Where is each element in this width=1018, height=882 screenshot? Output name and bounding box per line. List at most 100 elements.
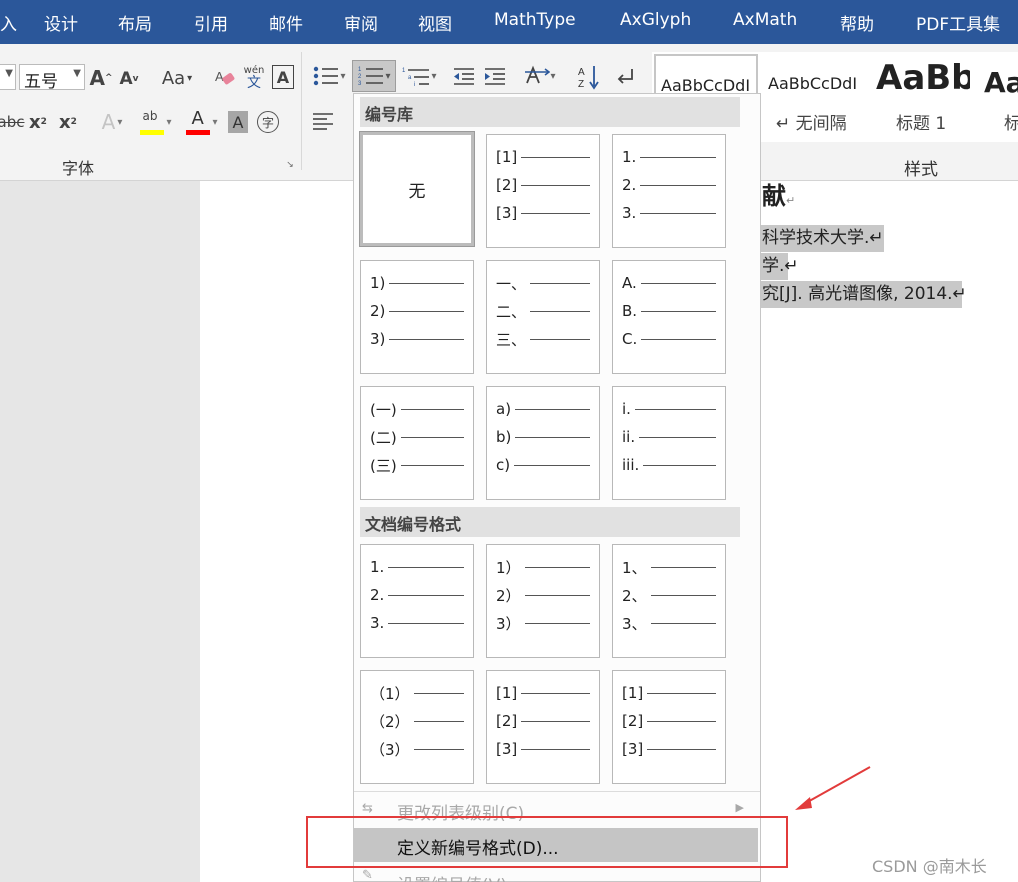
dialog-launcher-icon[interactable]: ↘ [285,160,295,170]
svg-text:1: 1 [358,67,362,73]
paragraph-mark: ↵ [786,194,796,207]
increase-indent-icon[interactable] [482,64,508,90]
change-case-icon[interactable]: Aa ▾ [156,64,198,92]
numbering-format-tile[interactable]: a) b) c) [486,386,600,500]
document-format-tile[interactable]: 1. 2. 3. [360,544,474,658]
char-border-icon[interactable]: A [272,65,294,89]
multilevel-list-icon[interactable]: 1 a i ▾ [398,62,440,90]
char-shading-icon[interactable]: A [228,111,248,133]
numbering-library-header: 编号库 [360,97,740,127]
numbering-format-tile[interactable]: [1] [2] [3] [486,134,600,248]
tile-number: （3） [370,740,410,759]
set-numbering-value-item[interactable]: ✎ 设置编号值(V)... [354,866,760,882]
tile-number: [1] [622,684,644,702]
tile-number: [2] [496,712,518,730]
style-no-spacing[interactable]: AaBbCcDdI ↵ 无间隔 [762,54,866,140]
subscript-icon[interactable]: x2 [26,108,50,136]
chevron-down-icon: ▼ [73,68,81,79]
numbering-format-tile[interactable]: (一) (二) (三) [360,386,474,500]
superscript-icon[interactable]: x2 [56,108,80,136]
tab-axglyph[interactable]: AxGlyph [620,10,691,30]
style-heading-1[interactable]: AaBb 标题 1 [870,54,970,140]
numbering-format-tile[interactable]: 1) 2) 3) [360,260,474,374]
tile-number: (一) [370,400,397,419]
tab-mailings[interactable]: 邮件 [269,10,303,35]
shrink-font-glyph: A [119,69,133,89]
text-effects-icon[interactable]: A ▾ [94,108,130,136]
tab-view[interactable]: 视图 [418,10,452,35]
svg-text:a: a [408,75,412,81]
document-format-tile[interactable]: 1） 2） 3） [486,544,600,658]
tile-number: 3. [622,204,637,222]
enclose-char-icon[interactable]: 字 [257,111,279,133]
numbering-library-menu: 编号库 无 [1] [2] [3] 1. 2. 3. 1) 2) 3) 一、 二… [353,93,761,882]
tile-number: C. [622,330,638,348]
reference-line: 学.↵ [760,253,799,280]
numbering-none-tile[interactable]: 无 [359,131,475,247]
tab-layout[interactable]: 布局 [118,10,152,35]
tab-insert-partial[interactable]: 入 [0,10,17,35]
numbering-format-tile[interactable]: A. B. C. [612,260,726,374]
tile-number: [3] [496,740,518,758]
tile-number: iii. [622,456,640,474]
font-name-dropdown-edge[interactable]: ▼ [0,64,16,90]
tab-mathtype[interactable]: MathType [494,10,576,30]
subscript-glyph: x [29,111,41,133]
numbering-format-tile[interactable]: 1. 2. 3. [612,134,726,248]
strikethrough-icon[interactable]: abc [0,108,24,136]
superscript-glyph: x [59,111,71,133]
numbering-value-icon: ✎ [362,868,373,882]
tile-number: 一、 [496,274,527,293]
tile-number: 1、 [622,558,647,577]
document-formats-header: 文档编号格式 [360,507,740,537]
tab-pdf-tools[interactable]: PDF工具集 [916,10,1000,35]
svg-text:A: A [578,67,585,78]
tab-axmath[interactable]: AxMath [733,10,797,30]
style-preview: AaBb [876,58,970,98]
style-preview: AaBbCcDdI [768,74,858,93]
tile-number: 2） [496,586,521,605]
align-left-icon[interactable] [310,108,336,136]
document-format-tile[interactable]: [1] [2] [3] [612,670,726,784]
tile-number: 2) [370,302,386,320]
font-color-icon[interactable]: A ▾ [182,108,222,136]
group-label-styles: 样式 [904,160,938,180]
tile-number: 2. [622,176,637,194]
tile-number: [3] [622,740,644,758]
tile-number: （2） [370,712,410,731]
chinese-layout-icon[interactable]: ▾ [520,62,560,90]
enclose-glyph: 字 [261,115,274,130]
document-format-tile[interactable]: [1] [2] [3] [486,670,600,784]
tab-help[interactable]: 帮助 [840,10,874,35]
phonetic-guide-icon[interactable]: wén 文 [241,62,267,94]
heading-text: 献 [762,182,786,210]
shrink-font-icon[interactable]: Av [118,66,140,92]
tab-design[interactable]: 设计 [44,10,78,35]
numbering-format-tile[interactable]: i. ii. iii. [612,386,726,500]
grow-font-icon[interactable]: A ^ [89,64,112,92]
clear-format-icon[interactable]: A [212,64,238,92]
tile-number: 3、 [622,614,647,633]
tile-number: (三) [370,456,397,475]
numbering-icon[interactable]: 1 2 3 ▾ [352,60,396,92]
highlight-icon[interactable]: ab ▾ [136,108,176,136]
highlight-glyph: ab [142,109,158,123]
show-marks-icon[interactable] [612,64,638,90]
tab-references[interactable]: 引用 [194,10,228,35]
numbering-format-tile[interactable]: 一、 二、 三、 [486,260,600,374]
change-case-glyph: Aa [161,67,186,89]
chevron-down-icon: ▼ [5,68,13,79]
ribbon-tab-bar: 入 设计 布局 引用 邮件 审阅 视图 MathType AxGlyph AxM… [0,0,1018,44]
font-size-dropdown[interactable]: 五号 ▼ [19,64,85,92]
tile-number: （1） [370,684,410,703]
svg-text:3: 3 [358,81,362,87]
sort-icon[interactable]: AZ [576,62,602,92]
style-name: 标题 1 [896,114,947,134]
highlight-color-bar [140,130,165,135]
decrease-indent-icon[interactable] [451,64,477,90]
bullets-icon[interactable]: ▾ [308,62,350,90]
style-heading-2[interactable]: Aa 标 [978,54,1018,140]
document-format-tile[interactable]: （1） （2） （3） [360,670,474,784]
document-format-tile[interactable]: 1、 2、 3、 [612,544,726,658]
tab-review[interactable]: 审阅 [344,10,378,35]
